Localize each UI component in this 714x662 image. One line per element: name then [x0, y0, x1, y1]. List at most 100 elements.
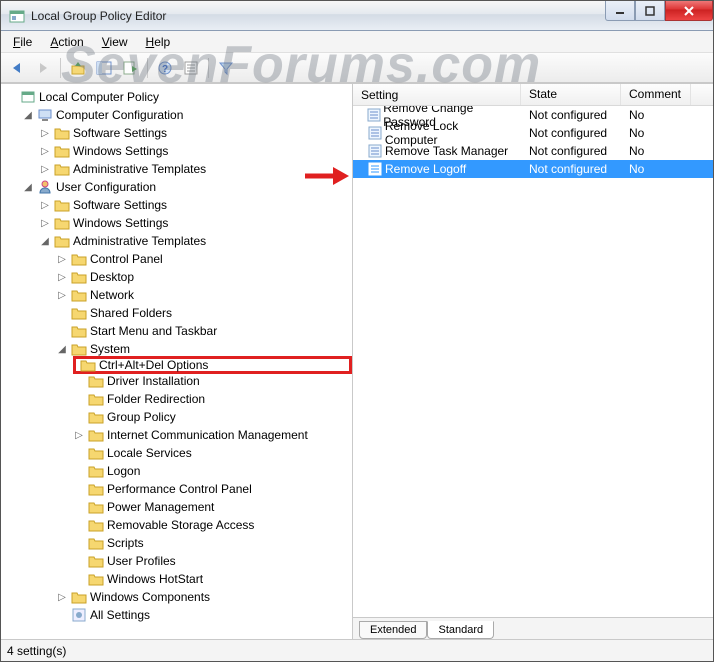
properties-button[interactable] — [179, 56, 203, 80]
tree-item[interactable]: ▷Removable Storage Access — [73, 516, 352, 534]
tree-item[interactable]: ▷Internet Communication Management — [73, 426, 352, 444]
menu-view[interactable]: View — [94, 33, 136, 51]
tree-label: Local Computer Policy — [39, 90, 159, 104]
tree-computer-config[interactable]: ◢ Computer Configuration — [22, 106, 352, 124]
menu-file[interactable]: File — [5, 33, 40, 51]
folder-icon — [71, 269, 87, 285]
tree-item[interactable]: ▷User Profiles — [73, 552, 352, 570]
tree-item[interactable]: ▷Start Menu and Taskbar — [56, 322, 352, 340]
expand-icon[interactable]: ▷ — [56, 591, 68, 603]
tree-admin-templates[interactable]: ◢ Administrative Templates — [39, 232, 352, 250]
tree-item[interactable]: ▷Locale Services — [73, 444, 352, 462]
expand-icon[interactable]: ▷ — [39, 127, 51, 139]
expand-icon[interactable]: ▷ — [73, 429, 85, 441]
tree-item[interactable]: ▷Performance Control Panel — [73, 480, 352, 498]
tree-item[interactable]: ▷Folder Redirection — [73, 390, 352, 408]
svg-text:?: ? — [162, 64, 168, 75]
expand-icon[interactable]: ▷ — [56, 253, 68, 265]
tree-label: Windows Settings — [73, 216, 168, 230]
title-bar: Local Group Policy Editor — [1, 1, 713, 31]
tree-label: Locale Services — [107, 446, 192, 460]
column-state[interactable]: State — [521, 84, 621, 105]
tree-item[interactable]: ▷Windows HotStart — [73, 570, 352, 588]
tab-extended[interactable]: Extended — [359, 621, 427, 639]
tree-label: User Profiles — [107, 554, 176, 568]
menu-action[interactable]: Action — [42, 33, 91, 51]
tree-item[interactable]: ▷Scripts — [73, 534, 352, 552]
tree-item[interactable]: ▷ Software Settings — [39, 124, 352, 142]
tree-label: Administrative Templates — [73, 234, 206, 248]
tree-item[interactable]: ▷Software Settings — [39, 196, 352, 214]
tree-label: Group Policy — [107, 410, 176, 424]
tree-item[interactable]: ▷Driver Installation — [73, 372, 352, 390]
show-hide-tree-button[interactable] — [92, 56, 116, 80]
tree-pane[interactable]: ▷ Local Computer Policy ◢ Computer Confi… — [1, 84, 353, 639]
folder-icon — [88, 391, 104, 407]
setting-row[interactable]: Remove LogoffNot configuredNo — [353, 160, 713, 178]
tree-user-config[interactable]: ◢ User Configuration — [22, 178, 352, 196]
setting-row[interactable]: Remove Lock ComputerNot configuredNo — [353, 124, 713, 142]
forward-button[interactable] — [31, 56, 55, 80]
tree-label: All Settings — [90, 608, 150, 622]
column-setting[interactable]: Setting — [353, 84, 521, 105]
tree-label: User Configuration — [56, 180, 156, 194]
tree-item[interactable]: ▷Administrative Templates — [39, 160, 352, 178]
collapse-icon[interactable]: ◢ — [39, 235, 51, 247]
folder-icon — [71, 251, 87, 267]
tree-item[interactable]: ▷Control Panel — [56, 250, 352, 268]
tree-label: Removable Storage Access — [107, 518, 254, 532]
close-button[interactable] — [665, 1, 713, 21]
filter-button[interactable] — [214, 56, 238, 80]
tree-item[interactable]: ▷Logon — [73, 462, 352, 480]
expand-icon[interactable]: ▷ — [39, 163, 51, 175]
collapse-icon[interactable]: ◢ — [22, 109, 34, 121]
cell-comment: No — [621, 144, 691, 158]
tree-label: Software Settings — [73, 126, 167, 140]
tree-label: Windows HotStart — [107, 572, 203, 586]
tree-item[interactable]: ▷Power Management — [73, 498, 352, 516]
folder-icon — [71, 589, 87, 605]
column-comment[interactable]: Comment — [621, 84, 691, 105]
folder-icon — [88, 373, 104, 389]
minimize-button[interactable] — [605, 1, 635, 21]
list-pane: Setting State Comment Remove Change Pass… — [353, 84, 713, 639]
list-header: Setting State Comment — [353, 84, 713, 106]
tree-item[interactable]: ▷Windows Components — [56, 588, 352, 606]
folder-icon — [54, 161, 70, 177]
tree-item[interactable]: ▷ Windows Settings — [39, 214, 352, 232]
expand-icon[interactable]: ▷ — [39, 199, 51, 211]
tab-standard[interactable]: Standard — [427, 621, 494, 639]
folder-icon — [54, 143, 70, 159]
folder-open-icon — [71, 341, 87, 357]
back-button[interactable] — [5, 56, 29, 80]
expand-icon[interactable]: ▷ — [56, 289, 68, 301]
folder-icon — [71, 305, 87, 321]
column-label: Comment — [629, 87, 681, 101]
folder-icon — [54, 197, 70, 213]
expand-icon[interactable]: ▷ — [56, 271, 68, 283]
collapse-icon[interactable]: ◢ — [22, 181, 34, 193]
tree-item[interactable]: ▷Shared Folders — [56, 304, 352, 322]
list-body[interactable]: Remove Change PasswordNot configuredNoRe… — [353, 106, 713, 617]
tree-label: System — [90, 342, 130, 356]
expand-icon[interactable]: ▷ — [39, 217, 51, 229]
export-list-button[interactable] — [118, 56, 142, 80]
collapse-icon[interactable]: ◢ — [56, 343, 68, 355]
help-button[interactable]: ? — [153, 56, 177, 80]
maximize-button[interactable] — [635, 1, 665, 21]
tree-item[interactable]: ▷Windows Settings — [39, 142, 352, 160]
tree-item[interactable]: ▷All Settings — [56, 606, 352, 624]
tree-label: Desktop — [90, 270, 134, 284]
setting-row[interactable]: Remove Task ManagerNot configuredNo — [353, 142, 713, 160]
tree-item[interactable]: ▷Network — [56, 286, 352, 304]
toolbar: ? — [1, 53, 713, 83]
up-button[interactable] — [66, 56, 90, 80]
folder-icon — [88, 553, 104, 569]
menu-help[interactable]: Help — [138, 33, 179, 51]
tree-label: Computer Configuration — [56, 108, 183, 122]
toolbar-separator — [208, 58, 209, 78]
tree-root[interactable]: ▷ Local Computer Policy — [5, 88, 352, 106]
tree-item[interactable]: ▷Group Policy — [73, 408, 352, 426]
tree-item[interactable]: ▷ Desktop — [56, 268, 352, 286]
expand-icon[interactable]: ▷ — [39, 145, 51, 157]
